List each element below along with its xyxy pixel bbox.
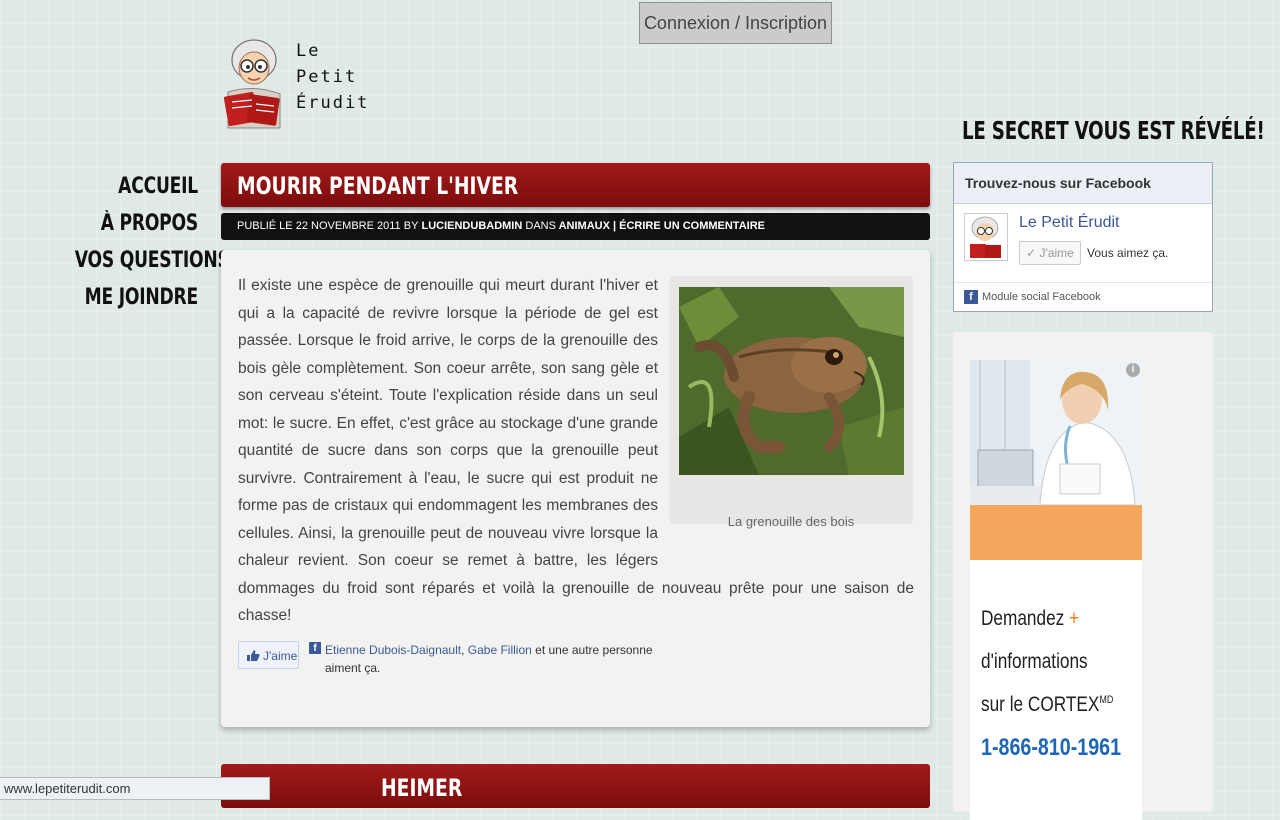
facebook-box-footer: f Module social Facebook (954, 282, 1212, 312)
logo-line-3: Érudit (296, 93, 370, 113)
post-figure: La grenouille des bois (669, 276, 913, 529)
post-body: Il existe une espèce de grenouille qui m… (221, 250, 930, 727)
liker-name-1[interactable]: Etienne Dubois-Daignault (325, 643, 461, 657)
meta-in: dans (525, 220, 556, 232)
post-meta-bar: Publié le 22 novembre 2011 by lucienduba… (221, 213, 930, 240)
facebook-icon: f (309, 642, 321, 654)
check-icon: ✓ (1026, 246, 1037, 260)
meta-comment-link[interactable]: Écrire un commentaire (619, 220, 765, 232)
nav-item-me-joindre[interactable]: ME JOINDRE (75, 279, 199, 316)
facebook-like-button[interactable]: J'aime (238, 641, 299, 669)
ad-line-1: Demandez + (981, 607, 1079, 631)
facebook-page-like-button[interactable]: ✓ J'aime (1019, 241, 1081, 265)
like-social-text: Etienne Dubois-Daignault, Gabe Fillion e… (325, 641, 685, 677)
ad-line-2: d'informations (981, 650, 1088, 673)
doctor-photo (970, 360, 1142, 505)
post-title-bar: MOURIR PENDANT L'HIVER (221, 163, 930, 207)
facebook-icon: f (964, 290, 978, 305)
ad-line-1-text: Demandez (981, 607, 1070, 630)
facebook-like-row: J'aime f Etienne Dubois-Daignault, Gabe … (238, 640, 898, 680)
liker-name-2[interactable]: Gabe Fillion (468, 643, 532, 657)
next-post-title[interactable]: HEIMER (381, 774, 462, 802)
facebook-like-status: Vous aimez ça. (1087, 246, 1169, 260)
sidebar-ad-container: i Demandez + d'informations sur le CORTE… (953, 332, 1213, 820)
meta-by: by (403, 220, 419, 232)
facebook-page-like-label: J'aime (1039, 246, 1074, 260)
post-meta: Publié le 22 novembre 2011 by lucienduba… (237, 220, 765, 232)
nav-item-accueil[interactable]: ACCUEIL (75, 168, 198, 205)
sidebar-heading: LE SECRET VOUS EST RÉVÉLÉ! (962, 116, 1265, 145)
facebook-footer-label[interactable]: Module social Facebook (982, 291, 1101, 303)
meta-separator: | (613, 220, 617, 232)
browser-status-bar: www.lepetiterudit.com (0, 777, 270, 800)
liker-comma: , (461, 643, 465, 657)
ad-plus-sign: + (1069, 607, 1080, 630)
login-register-button[interactable]: Connexion / Inscription (639, 2, 832, 44)
logo-wordmark: Le Petit Érudit (296, 38, 369, 116)
meta-date: 22 novembre 2011 (295, 220, 401, 232)
post-title[interactable]: MOURIR PENDANT L'HIVER (237, 172, 518, 200)
logo-line-2: Petit (296, 67, 358, 87)
facebook-page-name[interactable]: Le Petit Érudit (1019, 214, 1120, 232)
facebook-like-box: Trouvez-nous sur Facebook Le Petit Érudi… (953, 162, 1213, 312)
ad-info-icon[interactable]: i (1126, 363, 1140, 377)
ad-line-3-sup: MD (1099, 694, 1114, 706)
ad-line-3: sur le CORTEXMD (981, 693, 1113, 717)
nav-item-a-propos[interactable]: À PROPOS (75, 205, 199, 242)
thumbs-up-icon (246, 649, 260, 665)
figure-caption: La grenouille des bois (727, 514, 855, 529)
frog-photo[interactable] (679, 287, 904, 475)
main-navigation: ACCUEIL À PROPOS VOS QUESTIONS ME JOINDR… (40, 168, 230, 316)
meta-published-prefix: Publié le (237, 220, 293, 232)
next-post-title-bar: HEIMER (221, 764, 930, 808)
like-button-label: J'aime (263, 649, 298, 663)
ad-orange-band (970, 505, 1142, 560)
cortex-ad[interactable]: i Demandez + d'informations sur le CORTE… (970, 360, 1142, 820)
facebook-box-header: Trouvez-nous sur Facebook (954, 163, 1212, 204)
logo-line-1: Le (296, 41, 321, 61)
scholar-mascot-icon (223, 39, 281, 129)
facebook-page-avatar[interactable] (964, 213, 1008, 261)
nav-item-vos-questions[interactable]: VOS QUESTIONS (75, 242, 230, 279)
ad-line-3-text: sur le CORTEX (981, 693, 1100, 716)
ad-phone-number[interactable]: 1-866-810-1961 (981, 734, 1121, 762)
meta-author-link[interactable]: luciendubadmin (421, 220, 522, 232)
site-logo[interactable]: Le Petit Érudit (222, 32, 392, 132)
meta-category-link[interactable]: Animaux (559, 220, 610, 232)
